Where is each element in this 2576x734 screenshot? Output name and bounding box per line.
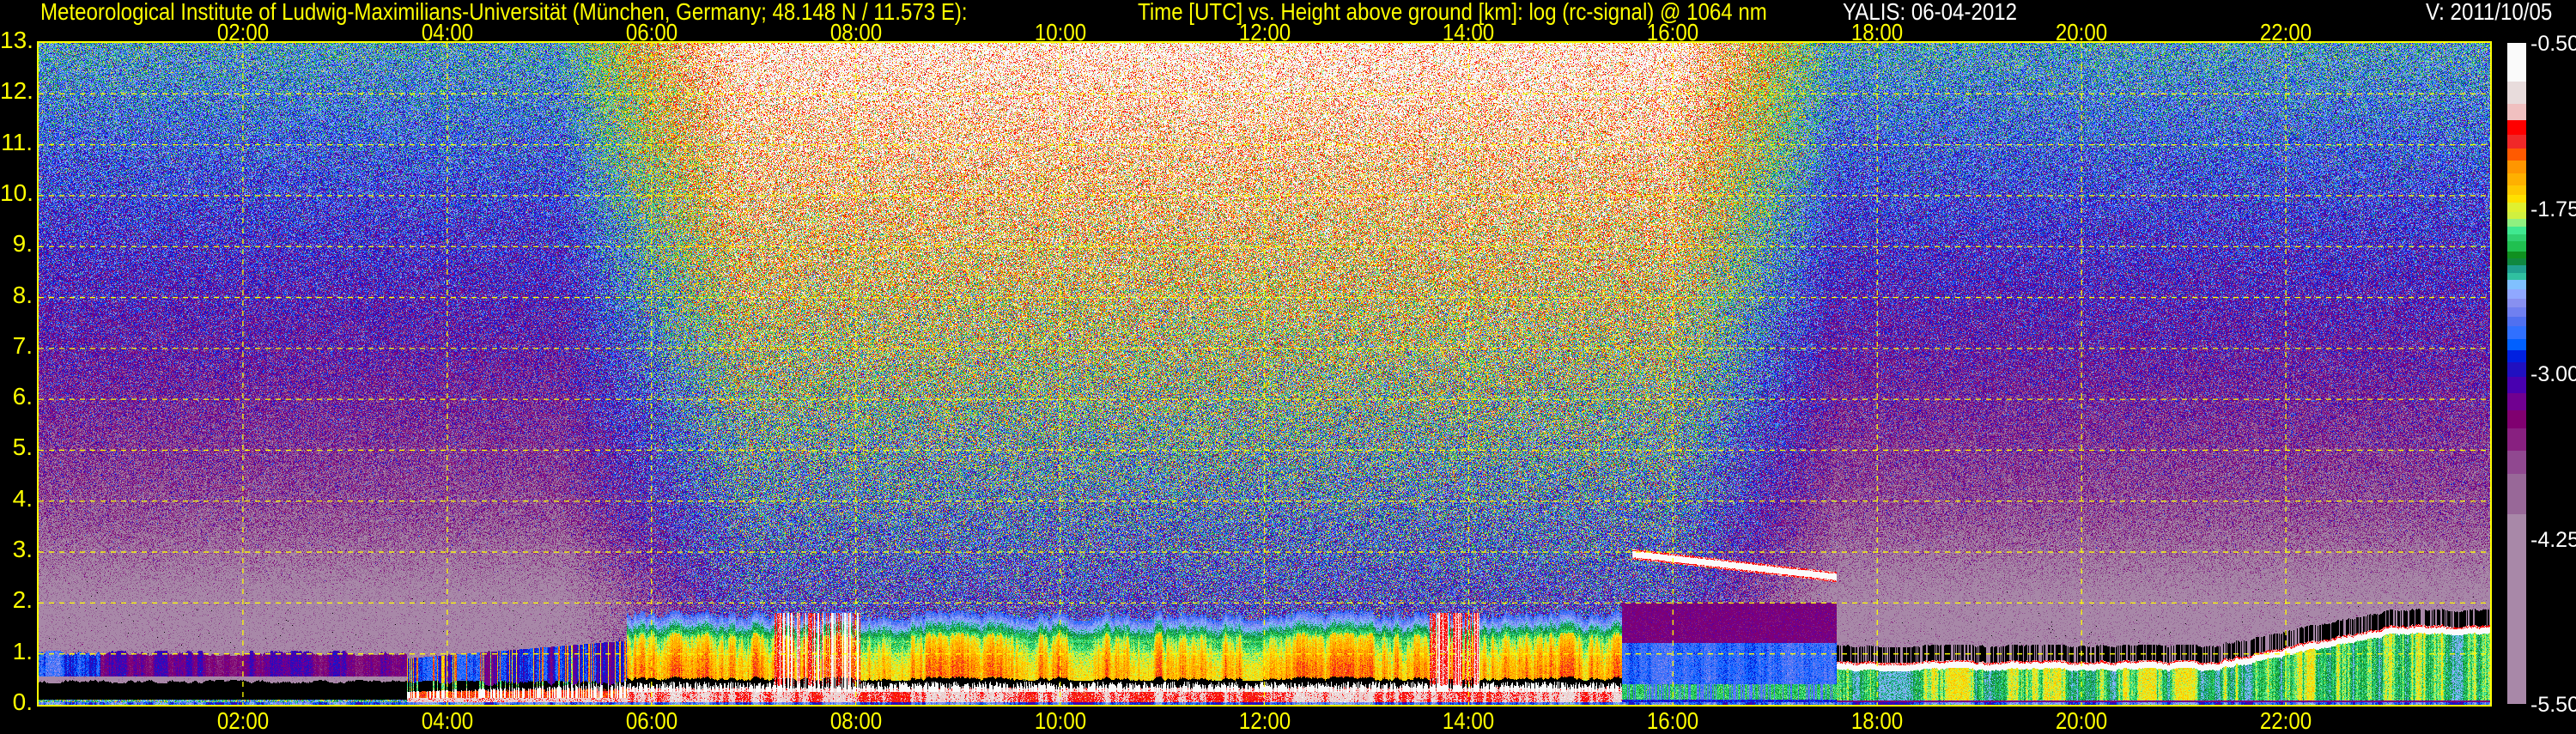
colorbar-tick-label: -0.50: [2530, 31, 2576, 56]
colorbar-segment: [2507, 241, 2526, 252]
colorbar-segment: [2507, 103, 2526, 121]
colorbar-segment: [2507, 361, 2526, 378]
y-tick-label: 6.: [12, 383, 33, 410]
y-tick-label: 13.: [0, 27, 33, 54]
colorbar-segment: [2507, 349, 2526, 363]
y-tick-label: 4.: [12, 484, 33, 512]
y-tick-label: 7.: [12, 332, 33, 360]
version-label: V: 2011/10/05: [2426, 0, 2553, 25]
colorbar-tick-label: -4.25: [2530, 527, 2576, 552]
colorbar-segment: [2507, 161, 2526, 174]
lidar-curtain-plot: [37, 41, 2492, 707]
y-tick-label: 11.: [1, 128, 33, 155]
y-tick-label: 9.: [12, 230, 33, 258]
colorbar-segment: [2507, 393, 2526, 411]
y-tick-label: 5.: [12, 434, 33, 461]
colorbar-segment: [2507, 279, 2526, 290]
colorbar-segment: [2507, 81, 2526, 105]
colorbar-segment: [2507, 338, 2526, 351]
colorbar-segment: [2507, 307, 2526, 318]
colorbar-segment: [2507, 203, 2526, 213]
colorbar-segment: [2507, 289, 2526, 300]
colorbar-segment: [2507, 325, 2526, 340]
colorbar-segment: [2507, 377, 2526, 394]
colorbar-segment: [2507, 298, 2526, 308]
colorbar-tick-label: -3.00: [2530, 361, 2576, 386]
colorbar-tick-label: -1.75: [2530, 197, 2576, 221]
colorbar-tick-label: -5.50: [2530, 692, 2576, 717]
y-tick-label: 10.: [0, 179, 33, 207]
colorbar-segment: [2507, 474, 2526, 515]
colorbar: [2507, 43, 2526, 705]
colorbar-segment: [2507, 120, 2526, 136]
colorbar-segment: [2507, 194, 2526, 203]
colorbar-segment: [2507, 316, 2526, 327]
institute-title: Meteorological Institute of Ludwig-Maxim…: [40, 0, 968, 25]
y-tick-label: 1.: [12, 637, 33, 664]
y-tick-label: 3.: [12, 536, 33, 563]
y-tick-label: 0.: [12, 689, 33, 716]
colorbar-segment: [2507, 451, 2526, 475]
colorbar-segment: [2507, 185, 2526, 196]
y-tick-label: 12.: [0, 77, 33, 105]
colorbar-segment: [2507, 148, 2526, 161]
colorbar-segment: [2507, 514, 2526, 705]
plot-frame: [37, 41, 2492, 707]
colorbar-segment: [2507, 173, 2526, 186]
y-tick-label: 8.: [12, 281, 33, 308]
colorbar-segment: [2507, 410, 2526, 429]
colorbar-segment: [2507, 135, 2526, 149]
y-tick-label: 2.: [12, 586, 33, 614]
colorbar-segment: [2507, 428, 2526, 452]
colorbar-segment: [2507, 43, 2526, 82]
